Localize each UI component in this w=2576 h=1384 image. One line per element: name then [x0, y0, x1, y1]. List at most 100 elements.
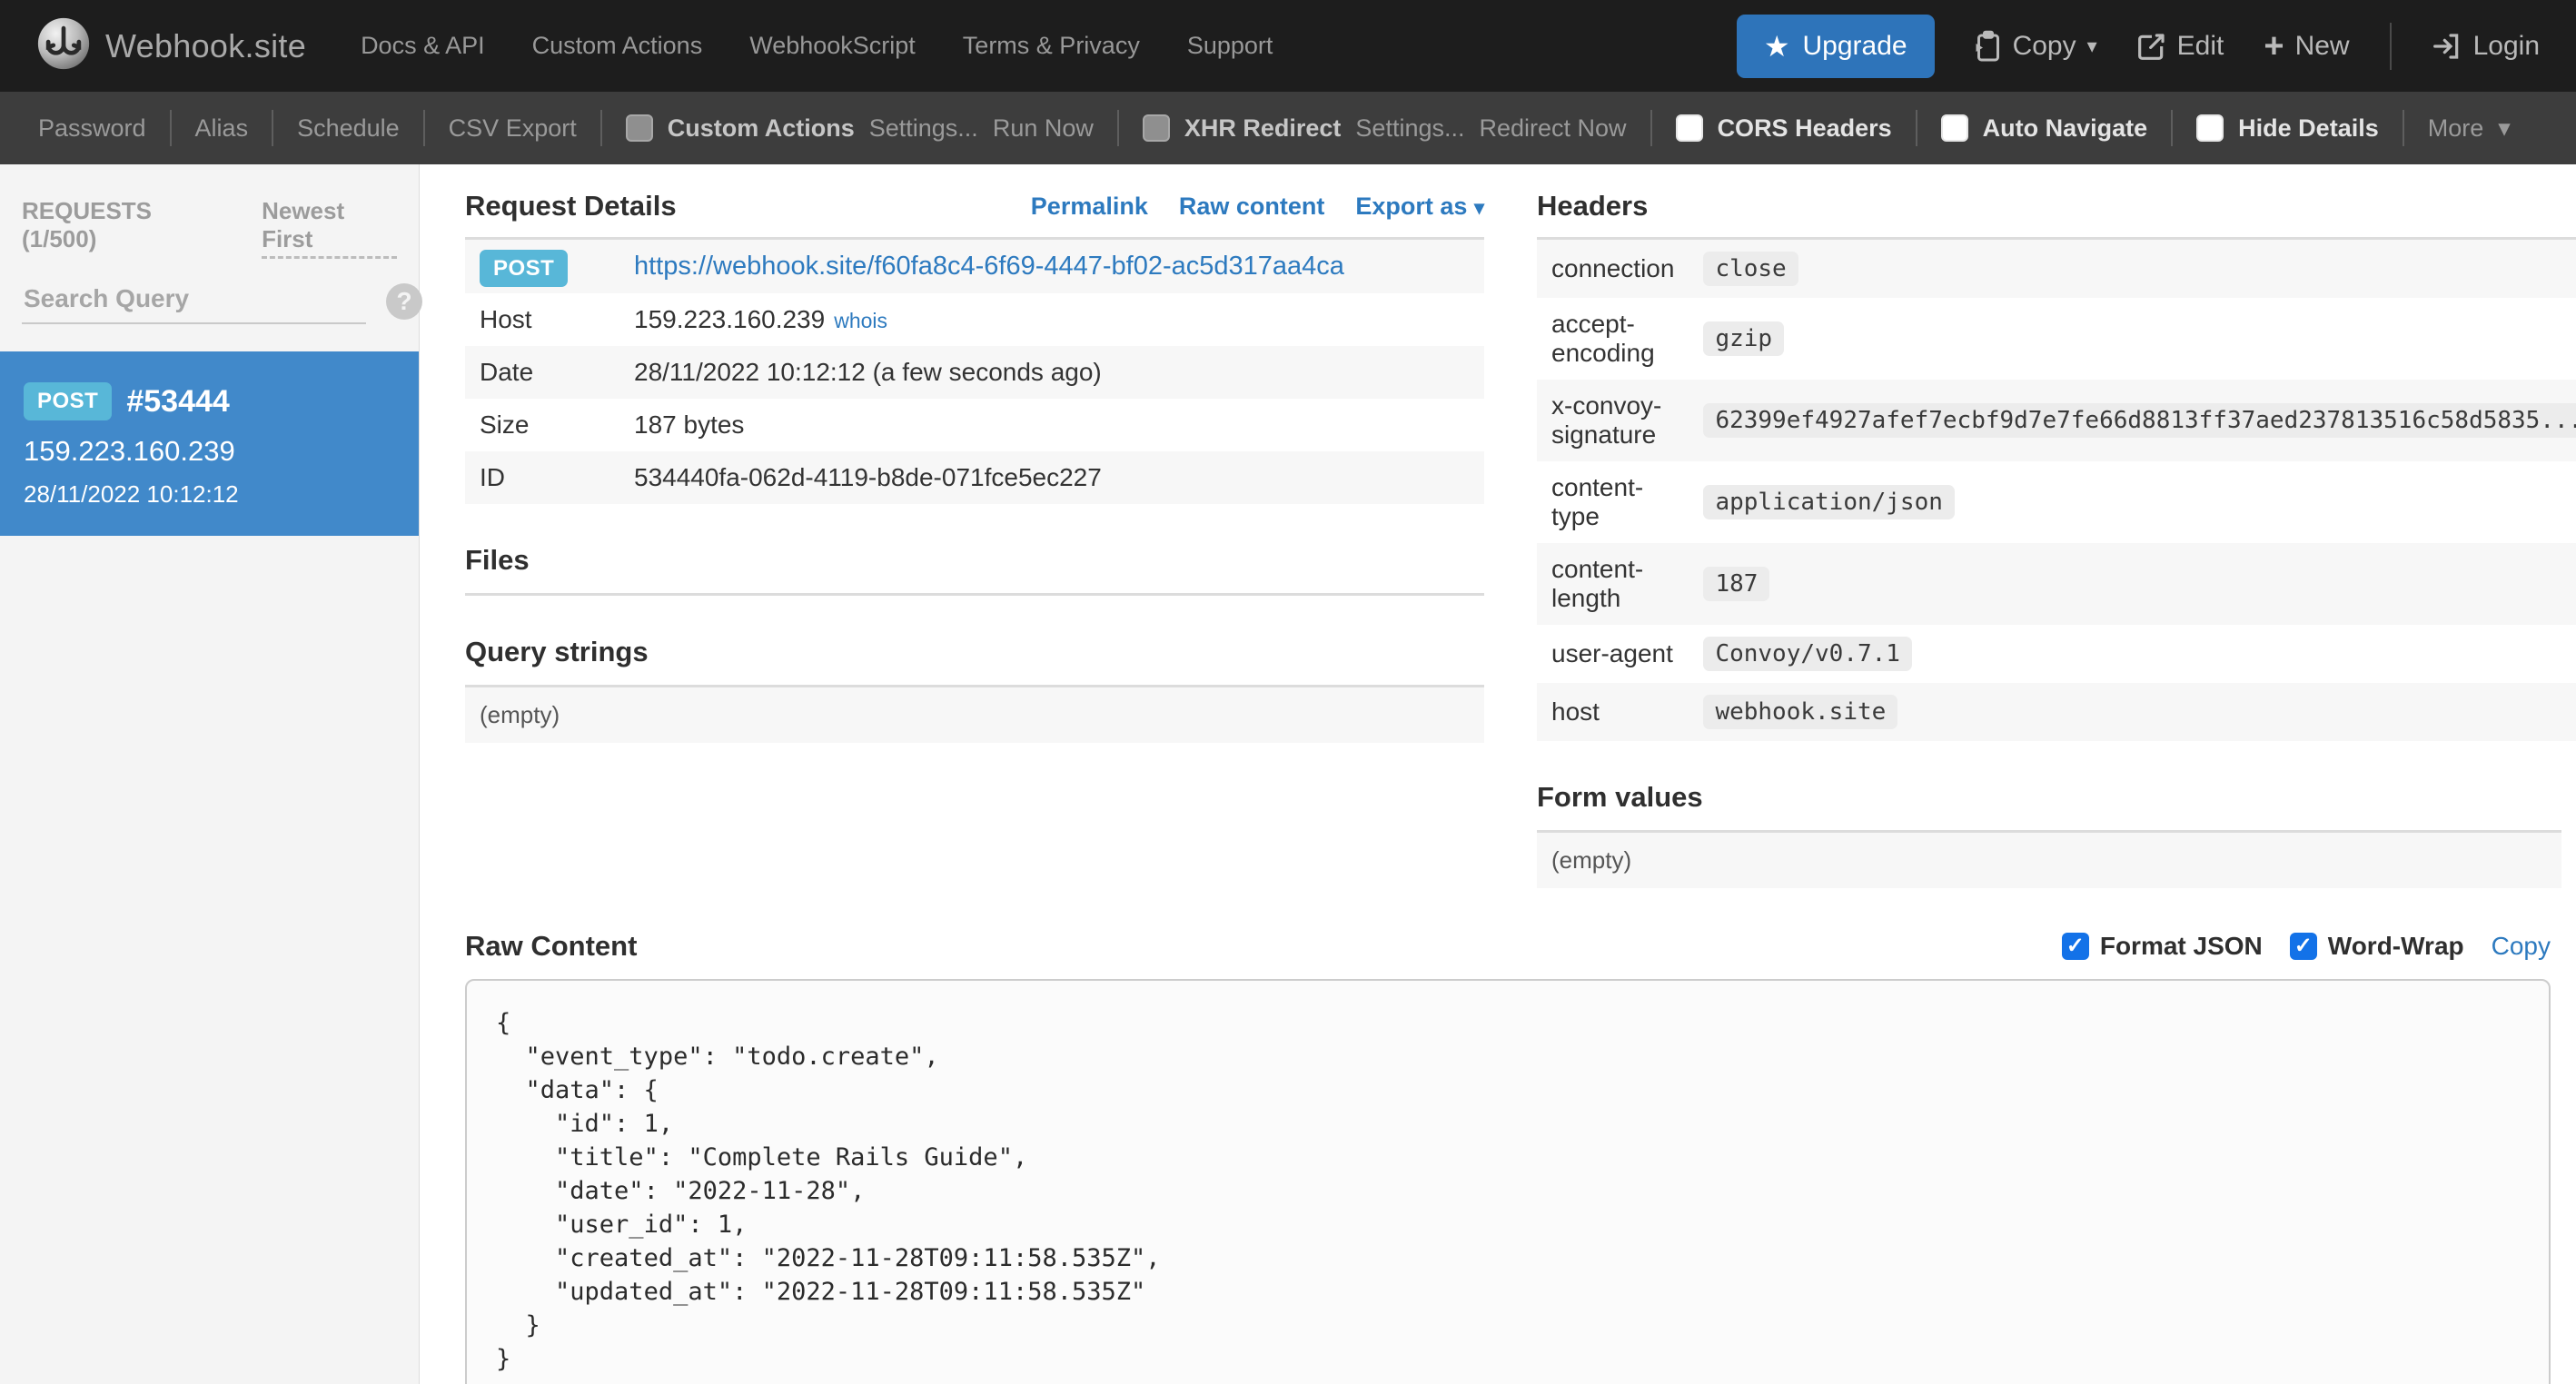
whois-link[interactable]: whois — [834, 309, 887, 332]
hide-details-label[interactable]: Hide Details — [2238, 114, 2379, 143]
brand-name: Webhook.site — [105, 26, 307, 64]
header-value: webhook.site — [1703, 695, 1898, 729]
toolbar-link-csv-export[interactable]: CSV Export — [449, 114, 577, 143]
nav-link-support[interactable]: Support — [1187, 32, 1273, 60]
raw-content-title: Raw Content — [465, 930, 638, 962]
toolbar-link-alias[interactable]: Alias — [195, 114, 249, 143]
row-value: 28/11/2022 10:12:12 (a few seconds ago) — [634, 358, 1102, 386]
login-icon — [2432, 32, 2462, 61]
header-value: 62399ef4927afef7ecbf9d7e7fe66d8813ff37ae… — [1703, 403, 2576, 438]
cors-headers-group: CORS Headers — [1675, 114, 1892, 143]
toolbar-divider — [599, 110, 602, 146]
form-values-empty: (empty) — [1537, 833, 2561, 888]
search-query-input[interactable] — [22, 279, 366, 324]
header-name: accept-encoding — [1551, 310, 1655, 367]
brand[interactable]: Webhook.site — [36, 16, 306, 75]
toolbar-divider — [1915, 110, 1917, 146]
table-row-id: ID 534440fa-062d-4119-b8de-071fce5ec227 — [465, 451, 1484, 504]
auto-navigate-checkbox[interactable] — [1940, 114, 1968, 142]
method-badge: POST — [24, 382, 113, 420]
header-row: host webhook.site — [1537, 683, 2576, 741]
table-row-date: Date 28/11/2022 10:12:12 (a few seconds … — [465, 346, 1484, 399]
header-name: x-convoy-signature — [1551, 391, 1662, 449]
request-number: #53444 — [126, 383, 230, 419]
export-as-label: Export as — [1355, 192, 1468, 220]
nav-link-webhookscript[interactable]: WebhookScript — [749, 32, 916, 60]
row-label: Host — [480, 305, 532, 333]
xhr-redirect-checkbox[interactable] — [1142, 114, 1170, 142]
header-name: user-agent — [1551, 639, 1673, 667]
nav-link-custom-actions[interactable]: Custom Actions — [532, 32, 703, 60]
nav-link-terms-privacy[interactable]: Terms & Privacy — [963, 32, 1140, 60]
webhook-logo-icon — [36, 16, 91, 75]
request-url-link[interactable]: https://webhook.site/f60fa8c4-6f69-4447-… — [634, 252, 1344, 281]
custom-actions-group: Custom Actions Settings... Run Now — [625, 114, 1094, 143]
header-name: host — [1551, 697, 1600, 726]
header-row: accept-encoding gzip — [1537, 298, 2576, 380]
help-icon[interactable]: ? — [386, 283, 422, 320]
header-value: gzip — [1703, 321, 1785, 356]
custom-actions-settings-link[interactable]: Settings... — [869, 114, 978, 143]
xhr-redirect-label[interactable]: XHR Redirect — [1184, 114, 1342, 143]
raw-content-link[interactable]: Raw content — [1179, 193, 1325, 221]
request-list-item-selected[interactable]: POST #53444 159.223.160.239 28/11/2022 1… — [0, 351, 419, 536]
permalink-link[interactable]: Permalink — [1031, 193, 1148, 221]
word-wrap-checkbox[interactable]: ✓ — [2289, 933, 2317, 960]
custom-actions-run-now-link[interactable]: Run Now — [993, 114, 1094, 143]
row-value: 187 bytes — [634, 410, 745, 439]
edit-button[interactable]: Edit — [2137, 31, 2224, 62]
upgrade-label: Upgrade — [1802, 30, 1907, 61]
copy-raw-content-link[interactable]: Copy — [2492, 932, 2551, 961]
request-ip: 159.223.160.239 — [24, 435, 235, 467]
format-json-checkbox[interactable]: ✓ — [2061, 933, 2089, 960]
header-row: content-length 187 — [1537, 543, 2576, 625]
table-row-host: Host 159.223.160.239 whois — [465, 293, 1484, 346]
format-json-toggle[interactable]: ✓ Format JSON — [2061, 932, 2263, 961]
headers-title: Headers — [1537, 190, 1649, 222]
xhr-redirect-settings-link[interactable]: Settings... — [1355, 114, 1464, 143]
cors-headers-label[interactable]: CORS Headers — [1718, 114, 1892, 143]
header-value: application/json — [1703, 485, 1955, 519]
request-details-title: Request Details — [465, 190, 677, 222]
header-name: content-type — [1551, 473, 1644, 530]
toolbar-divider — [169, 110, 172, 146]
nav-link-docs-api[interactable]: Docs & API — [361, 32, 485, 60]
header-name: content-length — [1551, 555, 1644, 612]
toolbar-link-password[interactable]: Password — [38, 114, 146, 143]
word-wrap-label: Word-Wrap — [2327, 932, 2464, 960]
sort-order-toggle[interactable]: Newest First — [262, 197, 397, 259]
page-body: REQUESTS (1/500) Newest First ? POST #53… — [0, 164, 2576, 1384]
xhr-redirect-group: XHR Redirect Settings... Redirect Now — [1142, 114, 1627, 143]
hide-details-checkbox[interactable] — [2196, 114, 2224, 142]
sidebar-header: REQUESTS (1/500) Newest First ? — [0, 164, 422, 324]
header-value: 187 — [1703, 567, 1770, 601]
xhr-redirect-now-link[interactable]: Redirect Now — [1480, 114, 1627, 143]
toolbar-divider — [422, 110, 425, 146]
caret-down-icon: ▾ — [2086, 34, 2097, 57]
word-wrap-toggle[interactable]: ✓ Word-Wrap — [2289, 932, 2464, 961]
export-as-menu[interactable]: Export as ▾ — [1355, 193, 1484, 221]
more-label: More — [2427, 114, 2484, 142]
query-strings-empty: (empty) — [465, 687, 1484, 743]
row-label: Date — [480, 358, 534, 386]
toolbar-divider — [272, 110, 274, 146]
form-values-title: Form values — [1537, 781, 1703, 813]
toolbar-link-schedule[interactable]: Schedule — [297, 114, 400, 143]
navbar-actions: ★ Upgrade Copy ▾ Edit + New Login — [1736, 14, 2540, 78]
custom-actions-checkbox[interactable] — [625, 114, 653, 142]
custom-actions-label[interactable]: Custom Actions — [668, 114, 855, 143]
header-name: connection — [1551, 254, 1675, 282]
upgrade-button[interactable]: ★ Upgrade — [1736, 14, 1935, 78]
copy-menu-button[interactable]: Copy ▾ — [1975, 30, 2097, 63]
new-button[interactable]: + New — [2264, 29, 2349, 64]
cors-headers-checkbox[interactable] — [1675, 114, 1703, 142]
plus-icon: + — [2264, 26, 2284, 65]
method-badge: POST — [480, 249, 569, 287]
header-value: Convoy/v0.7.1 — [1703, 637, 1912, 671]
table-row-size: Size 187 bytes — [465, 399, 1484, 451]
more-menu-button[interactable]: More ▾ — [2428, 114, 2511, 143]
login-button[interactable]: Login — [2432, 31, 2540, 62]
navbar-divider — [2389, 22, 2392, 70]
auto-navigate-label[interactable]: Auto Navigate — [1983, 114, 2148, 143]
row-value: 534440fa-062d-4119-b8de-071fce5ec227 — [634, 463, 1102, 491]
